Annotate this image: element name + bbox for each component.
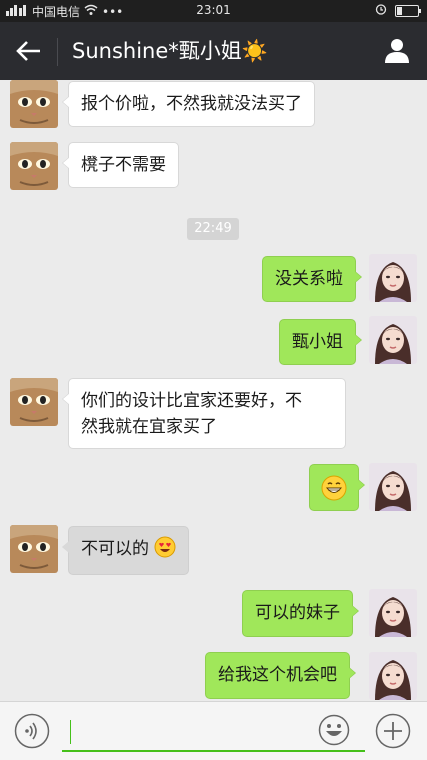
person-icon[interactable]: [383, 36, 411, 64]
message-text: 给我这个机会吧: [218, 665, 337, 685]
header-divider: [57, 38, 58, 66]
user-avatar-icon[interactable]: [369, 254, 417, 302]
text-caret: [70, 720, 71, 744]
heart-eyes-face-icon: [154, 536, 176, 566]
voice-icon[interactable]: [14, 713, 50, 749]
message-text-line: 你们的设计比宜家还要好，不: [81, 391, 302, 411]
battery-icon: [395, 4, 421, 17]
user-avatar-icon[interactable]: [369, 652, 417, 700]
chat-title: Sunshine*甄小姐☀️: [72, 39, 268, 63]
message-timestamp: 22:49: [187, 218, 239, 240]
cat-avatar-icon[interactable]: [10, 80, 58, 128]
chat-header: Sunshine*甄小姐☀️: [0, 22, 427, 80]
message-text: 櫈子不需要: [81, 155, 166, 175]
input-bar: [0, 701, 427, 760]
incoming-message[interactable]: 报个价啦，不然我就没法买了: [62, 81, 315, 127]
message-text: 不可以的: [81, 539, 149, 559]
cat-avatar-icon[interactable]: [10, 525, 58, 573]
message-text: 没关系啦: [275, 269, 343, 289]
user-avatar-icon[interactable]: [369, 316, 417, 364]
message-text: 甄小姐: [292, 332, 343, 352]
alarm-icon: [375, 3, 387, 18]
message-text: 报个价啦，不然我就没法买了: [81, 94, 302, 114]
message-text: 可以的妹子: [255, 603, 340, 623]
message-text-line: 然我就在宜家买了: [81, 417, 217, 437]
cat-avatar-icon[interactable]: [10, 142, 58, 190]
incoming-message[interactable]: 櫈子不需要: [62, 142, 179, 188]
arrow-left-icon[interactable]: [14, 38, 44, 64]
smiley-icon[interactable]: [318, 714, 350, 746]
plus-icon[interactable]: [375, 713, 411, 749]
outgoing-message[interactable]: 给我这个机会吧: [205, 652, 356, 699]
outgoing-message[interactable]: 没关系啦: [262, 256, 362, 302]
outgoing-message[interactable]: 甄小姐: [279, 319, 362, 365]
outgoing-message[interactable]: 可以的妹子: [242, 590, 359, 637]
incoming-message[interactable]: 你们的设计比宜家还要好，不 然我就在宜家买了: [62, 378, 346, 449]
message-list[interactable]: 报个价啦，不然我就没法买了 櫈子不需要 22:49 没关系啦 甄小姐 你们的设计…: [0, 80, 427, 701]
incoming-message[interactable]: 不可以的: [61, 526, 190, 575]
status-bar: 中国电信 ••• 23:01: [0, 0, 427, 22]
status-time: 23:01: [196, 3, 231, 17]
outgoing-message[interactable]: [309, 464, 365, 511]
cat-avatar-icon[interactable]: [10, 378, 58, 426]
user-avatar-icon[interactable]: [369, 589, 417, 637]
grinning-face-icon: [321, 475, 347, 509]
user-avatar-icon[interactable]: [369, 463, 417, 511]
